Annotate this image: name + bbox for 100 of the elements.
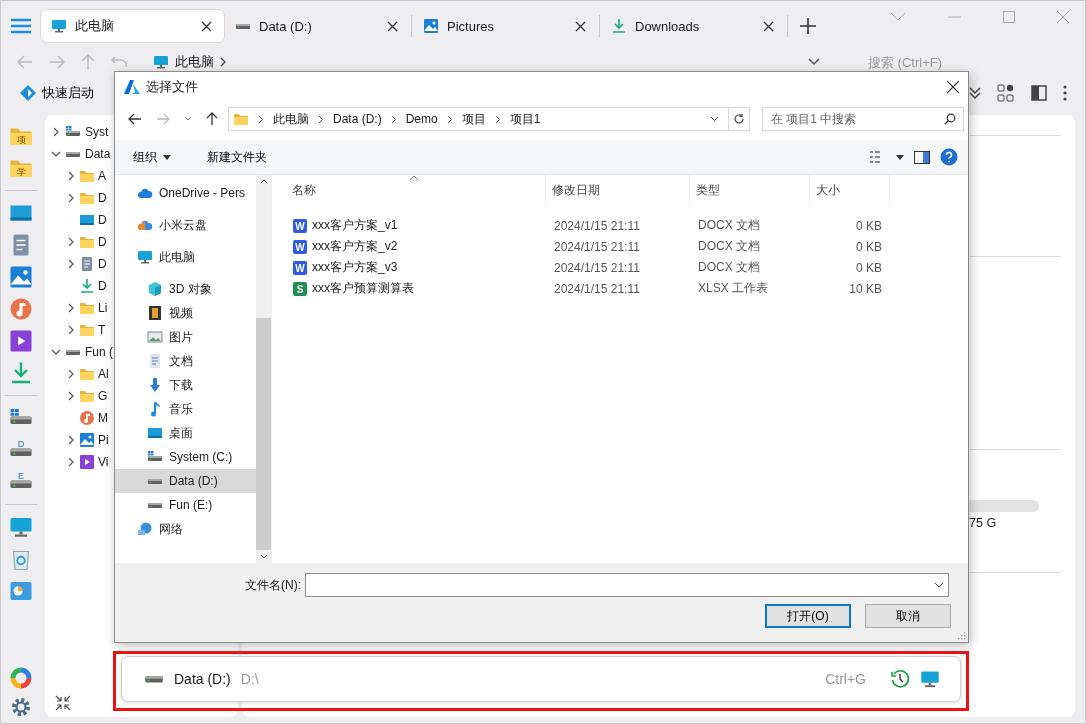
tab[interactable]: Pictures — [413, 9, 598, 43]
breadcrumb-item[interactable]: 此电脑 — [175, 53, 214, 71]
nav-item[interactable]: System (C:) — [115, 445, 256, 469]
menu-button[interactable]: 组织 — [127, 145, 177, 169]
grid-view-icon[interactable] — [997, 84, 1015, 102]
scroll-up-icon[interactable] — [259, 179, 268, 184]
chevron-right-icon[interactable] — [66, 193, 76, 203]
tab[interactable]: Data (D:) — [225, 9, 410, 43]
history-clock-icon[interactable] — [890, 669, 910, 689]
tree-item[interactable]: Al — [98, 367, 109, 381]
chevron-right-icon[interactable] — [66, 457, 76, 467]
tree-item[interactable]: D — [98, 213, 107, 227]
nav-item[interactable]: 下载 — [115, 373, 256, 397]
chevron-down-icon[interactable] — [934, 582, 944, 588]
breadcrumb-item[interactable]: 此电脑 — [273, 110, 309, 128]
back-arrow-icon[interactable] — [128, 113, 142, 125]
chevron-right-icon[interactable] — [51, 127, 61, 137]
chevron-down-icon[interactable] — [710, 116, 719, 122]
nav-item[interactable]: 网络 — [115, 517, 256, 541]
nav-item[interactable]: 文档 — [115, 349, 256, 373]
chevron-right-icon[interactable] — [66, 391, 76, 401]
nav-item[interactable]: 桌面 — [115, 421, 256, 445]
close-icon[interactable] — [763, 20, 774, 32]
tree-item[interactable]: Fun ( — [85, 345, 113, 359]
nav-item[interactable]: 视频 — [115, 301, 256, 325]
nav-item[interactable]: Data (D:) — [115, 469, 256, 493]
chevron-right-icon[interactable] — [66, 369, 76, 379]
nav-item[interactable]: 3D 对象 — [115, 277, 256, 301]
tree-item[interactable]: D — [98, 279, 107, 293]
tree-item[interactable]: A — [98, 169, 106, 183]
close-icon[interactable] — [201, 20, 212, 32]
tree-item[interactable]: D — [98, 191, 107, 205]
file-name[interactable]: xxx客户方案_v1 — [312, 217, 398, 234]
toolbar-button[interactable]: 新建文件夹 — [201, 145, 273, 169]
menu-icon[interactable] — [10, 18, 32, 34]
column-header[interactable]: 名称 — [274, 175, 546, 205]
tree-item[interactable]: Vi — [98, 455, 109, 469]
chevron-right-icon[interactable] — [66, 325, 76, 335]
tree-item[interactable]: Pi — [98, 433, 109, 447]
tree-item[interactable]: Data — [85, 147, 111, 161]
nav-item[interactable]: OneDrive - Pers — [115, 181, 256, 205]
quick-launch-button[interactable]: 快速启动 — [15, 82, 98, 104]
add-tab-icon[interactable] — [799, 17, 817, 35]
preview-pane-icon[interactable] — [914, 150, 930, 164]
color-wheel-icon[interactable] — [10, 667, 32, 689]
chevron-down-icon[interactable] — [184, 116, 192, 122]
chevron-right-icon[interactable] — [220, 57, 227, 67]
scrollbar[interactable] — [256, 175, 271, 563]
close-icon[interactable] — [387, 20, 398, 32]
tree-item[interactable]: Syst — [85, 125, 109, 139]
collapse-icon[interactable] — [55, 695, 71, 711]
quick-bar[interactable]: Data (D:) D:\ Ctrl+G — [121, 656, 961, 702]
open-button[interactable]: 打开(O) — [765, 604, 851, 628]
up-arrow-icon[interactable] — [206, 112, 218, 126]
tree-item[interactable]: T — [98, 323, 106, 337]
chevron-right-icon[interactable] — [66, 303, 76, 313]
tab[interactable]: Downloads — [601, 9, 786, 43]
close-icon[interactable] — [947, 81, 959, 93]
breadcrumb-item[interactable]: 项目 — [461, 110, 486, 128]
nav-item[interactable]: 图片 — [115, 325, 256, 349]
help-icon[interactable] — [940, 148, 958, 166]
nav-item[interactable]: 音乐 — [115, 397, 256, 421]
tree-item[interactable]: D — [98, 257, 107, 271]
more-icon[interactable] — [1063, 85, 1067, 101]
caret-icon[interactable] — [896, 154, 904, 160]
settings-icon[interactable] — [11, 697, 31, 717]
chevron-down-icon[interactable] — [51, 149, 61, 159]
column-header[interactable]: 类型 — [690, 175, 810, 205]
chevron-right-icon[interactable] — [66, 259, 76, 269]
search-field[interactable]: 在 项目1 中搜索 — [762, 107, 964, 131]
nav-item[interactable]: Fun (E:) — [115, 493, 256, 517]
chevron-right-icon[interactable] — [66, 435, 76, 445]
tree-item[interactable]: G — [98, 389, 108, 403]
file-name[interactable]: xxx客户预算测算表 — [312, 280, 414, 297]
tree-item[interactable]: Li — [98, 301, 108, 315]
tree-item[interactable]: D — [98, 235, 107, 249]
nav-item[interactable]: 小米云盘 — [115, 213, 256, 237]
breadcrumb-item[interactable]: 项目1 — [509, 110, 541, 128]
resize-grip-icon[interactable] — [958, 632, 966, 640]
tree-item[interactable]: M — [98, 411, 108, 425]
filename-field[interactable] — [305, 573, 949, 597]
chevron-down-icon[interactable] — [51, 347, 61, 357]
chevron-right-icon[interactable] — [66, 171, 76, 181]
address-bar[interactable]: 此电脑 Data (D:) Demo 项目 项目1 — [228, 107, 750, 131]
file-name[interactable]: xxx客户方案_v2 — [312, 238, 398, 255]
search-field[interactable]: 搜索 (Ctrl+F) — [866, 53, 1070, 71]
chevron-down-icon[interactable] — [808, 58, 820, 66]
tab[interactable]: 此电脑 — [40, 9, 225, 43]
double-chevron-icon[interactable] — [969, 86, 981, 100]
column-header[interactable]: 修改日期 — [546, 175, 690, 205]
column-header[interactable]: 大小 — [810, 175, 890, 205]
nav-item[interactable]: 此电脑 — [115, 245, 256, 269]
scroll-down-icon[interactable] — [259, 554, 268, 559]
file-name[interactable]: xxx客户方案_v3 — [312, 259, 398, 276]
breadcrumb-item[interactable]: Demo — [405, 112, 438, 126]
chevron-right-icon[interactable] — [66, 237, 76, 247]
panel-icon[interactable] — [1031, 85, 1047, 101]
cancel-button[interactable]: 取消 — [865, 604, 951, 628]
breadcrumb-item[interactable]: Data (D:) — [333, 112, 382, 126]
close-icon[interactable] — [575, 20, 586, 32]
